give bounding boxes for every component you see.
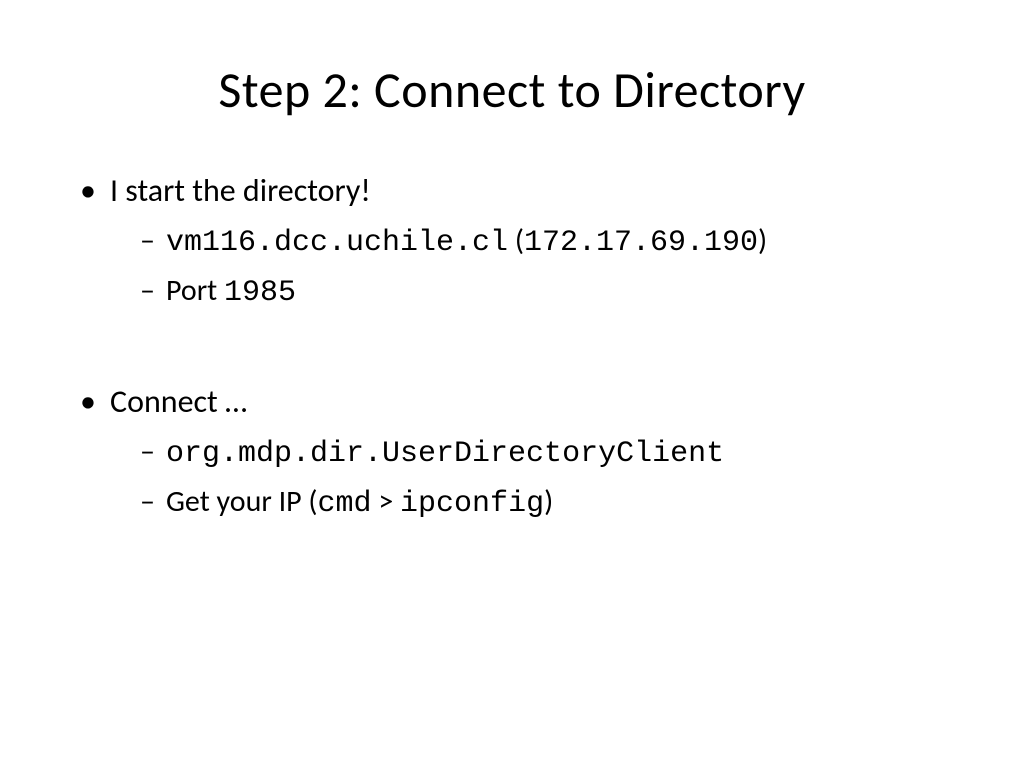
paren-close: ) <box>544 483 553 520</box>
paren-open: ( <box>508 222 524 259</box>
spacer <box>70 322 954 382</box>
java-class: org.mdp.dir.UserDirectoryClient <box>166 437 724 471</box>
sub-class: org.mdp.dir.UserDirectoryClient <box>140 433 954 471</box>
ipconfig: ipconfig <box>400 487 544 521</box>
bullet-list-2: Connect … org.mdp.dir.UserDirectoryClien… <box>70 382 954 521</box>
slide: Step 2: Connect to Directory I start the… <box>0 0 1024 768</box>
get-ip-pre: Get your IP ( <box>166 483 318 520</box>
port-value: 1985 <box>224 276 296 310</box>
bullet-connect: Connect … org.mdp.dir.UserDirectoryClien… <box>80 382 954 521</box>
port-label: Port <box>166 272 224 309</box>
gt: > <box>372 483 401 520</box>
sub-host-ip: vm116.dcc.uchile.cl (172.17.69.190) <box>140 222 954 260</box>
cmd: cmd <box>318 487 372 521</box>
sub-list: org.mdp.dir.UserDirectoryClient Get your… <box>110 433 954 521</box>
ip-address: 172.17.69.190 <box>524 226 758 260</box>
bullet-text: I start the directory! <box>110 171 371 210</box>
sub-port: Port 1985 <box>140 272 954 310</box>
sub-get-ip: Get your IP (cmd > ipconfig) <box>140 483 954 521</box>
sub-list: vm116.dcc.uchile.cl (172.17.69.190) Port… <box>110 222 954 310</box>
bullet-start-directory: I start the directory! vm116.dcc.uchile.… <box>80 171 954 310</box>
bullet-list: I start the directory! vm116.dcc.uchile.… <box>70 171 954 310</box>
hostname: vm116.dcc.uchile.cl <box>166 226 508 260</box>
slide-title: Step 2: Connect to Directory <box>70 60 954 121</box>
paren-close: ) <box>758 222 767 259</box>
bullet-text: Connect … <box>110 382 247 421</box>
